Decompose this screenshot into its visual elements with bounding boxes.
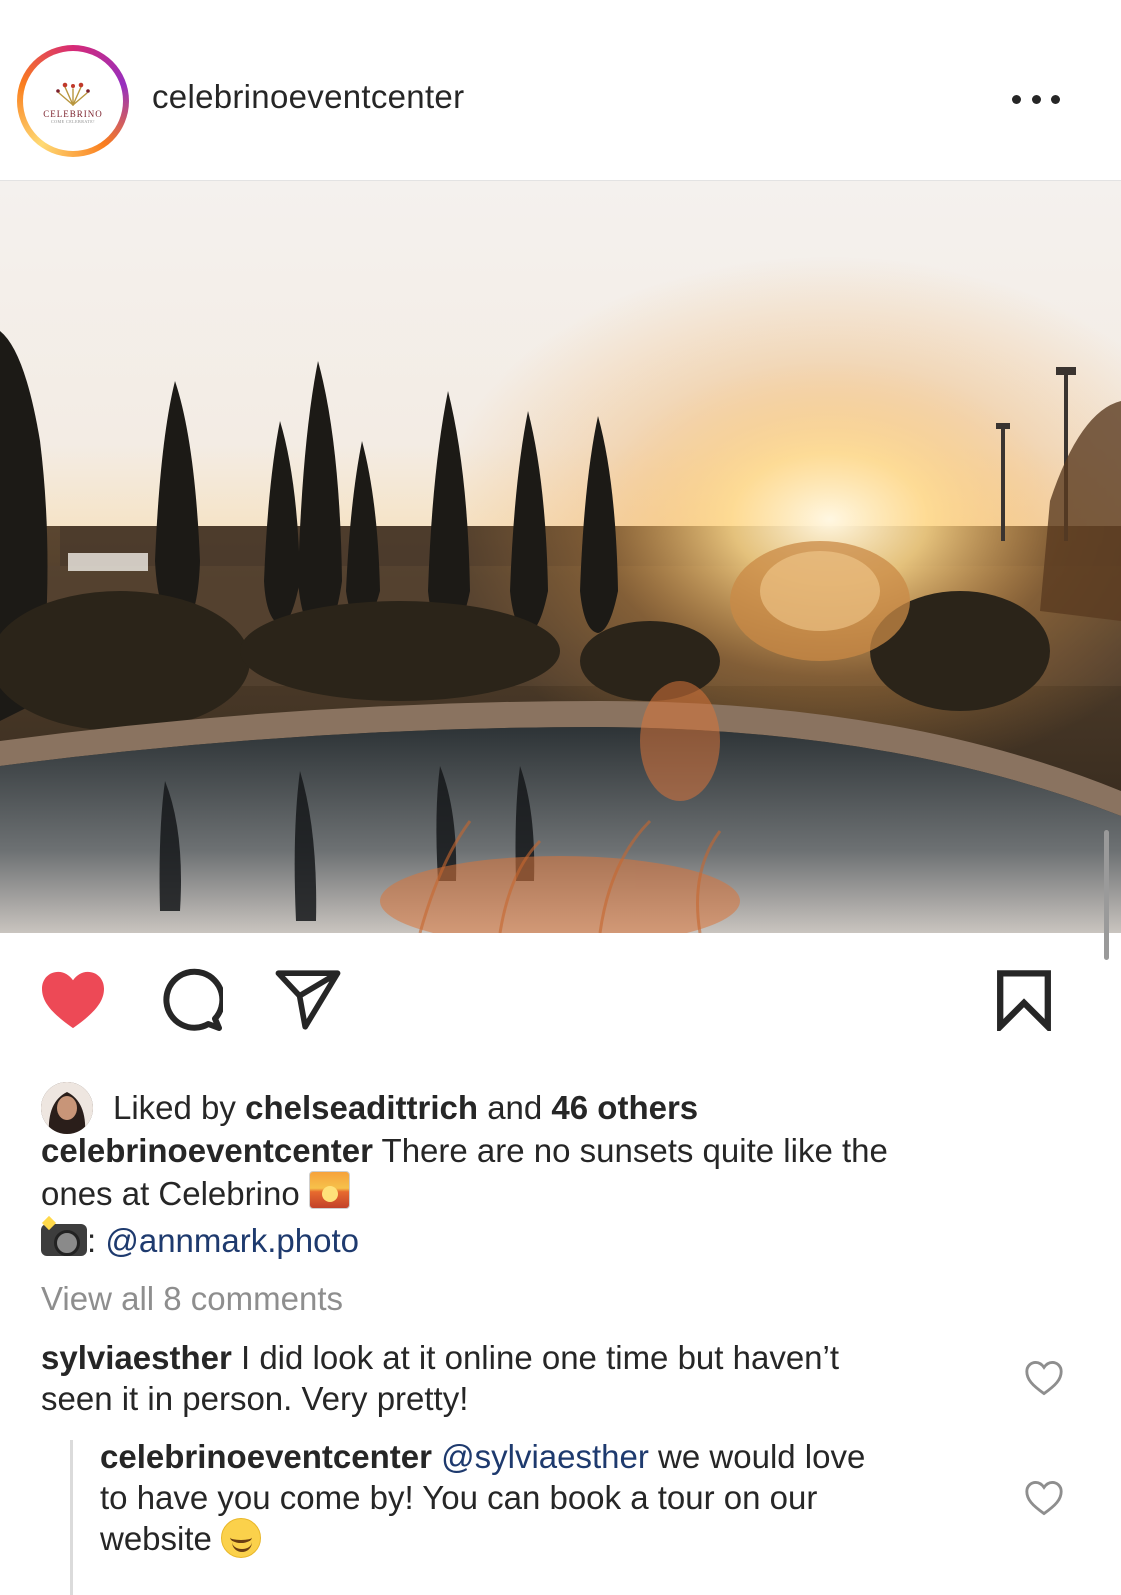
fireworks-logo-icon — [56, 82, 90, 106]
celebrino-logo: CELEBRINO COME CELEBRATE! — [27, 55, 119, 147]
post-username[interactable]: celebrinoeventcenter — [152, 78, 464, 116]
likes-others-count[interactable]: 46 others — [551, 1089, 698, 1126]
liker-username[interactable]: chelseadittrich — [245, 1089, 478, 1126]
smiling-face-emoji-icon — [221, 1518, 262, 1558]
reply-text-line2: to have you come by! You can book a tour… — [100, 1479, 818, 1516]
share-button[interactable] — [268, 960, 348, 1040]
likes-summary: Liked by chelseadittrich and 46 others — [41, 1080, 698, 1136]
comment-text-line2: seen it in person. Very pretty! — [41, 1380, 469, 1417]
post-actions — [0, 960, 1121, 1040]
caption-username[interactable]: celebrinoeventcenter — [41, 1132, 373, 1169]
comment-icon — [163, 968, 223, 1031]
post-caption: celebrinoeventcenter There are no sunset… — [41, 1130, 1041, 1261]
reply-text-line3: website — [100, 1520, 212, 1557]
likes-prefix: Liked by — [113, 1089, 236, 1126]
comment-like-button[interactable] — [1024, 1360, 1064, 1400]
reply-item: celebrinoeventcenter @sylviaesther we wo… — [100, 1436, 1000, 1559]
like-button[interactable] — [33, 960, 113, 1040]
scrollbar-thumb[interactable] — [1104, 830, 1109, 960]
heart-filled-icon — [42, 971, 104, 1029]
reply-username[interactable]: celebrinoeventcenter — [100, 1438, 432, 1475]
reply-text: we would love — [658, 1438, 866, 1475]
bookmark-icon — [997, 970, 1051, 1031]
save-button[interactable] — [984, 960, 1064, 1040]
more-horizontal-icon — [1012, 94, 1021, 104]
comment-username[interactable]: sylviaesther — [41, 1339, 232, 1376]
more-options-button[interactable] — [1012, 84, 1060, 114]
post-photo[interactable] — [0, 181, 1121, 933]
liker-avatar[interactable] — [41, 1082, 93, 1134]
profile-avatar[interactable]: CELEBRINO COME CELEBRATE! — [17, 45, 129, 157]
heart-outline-icon — [1025, 1481, 1063, 1516]
comment-button[interactable] — [151, 960, 231, 1040]
heart-outline-icon — [1025, 1361, 1063, 1396]
post-header: CELEBRINO COME CELEBRATE! celebrinoevent… — [0, 0, 1121, 181]
sunset-emoji-icon — [308, 1171, 350, 1209]
caption-text: There are no sunsets quite like the — [381, 1132, 888, 1169]
caption-text-line2: ones at Celebrino — [41, 1175, 300, 1212]
comment-text: I did look at it online one time but hav… — [240, 1339, 840, 1376]
paper-plane-icon — [275, 970, 341, 1030]
reply-like-button[interactable] — [1024, 1480, 1064, 1520]
credit-separator: : — [87, 1222, 97, 1259]
sunset-garden-pool-image — [0, 181, 1121, 933]
view-all-comments-link[interactable]: View all 8 comments — [41, 1280, 343, 1318]
likes-connector: and — [487, 1089, 543, 1126]
reply-thread-line — [70, 1440, 73, 1595]
camera-flash-emoji-icon — [41, 1224, 87, 1256]
reply-mention-link[interactable]: @sylviaesther — [441, 1438, 649, 1475]
comment-item: sylviaesther I did look at it online one… — [41, 1337, 1001, 1419]
photographer-mention-link[interactable]: @annmark.photo — [105, 1222, 359, 1259]
